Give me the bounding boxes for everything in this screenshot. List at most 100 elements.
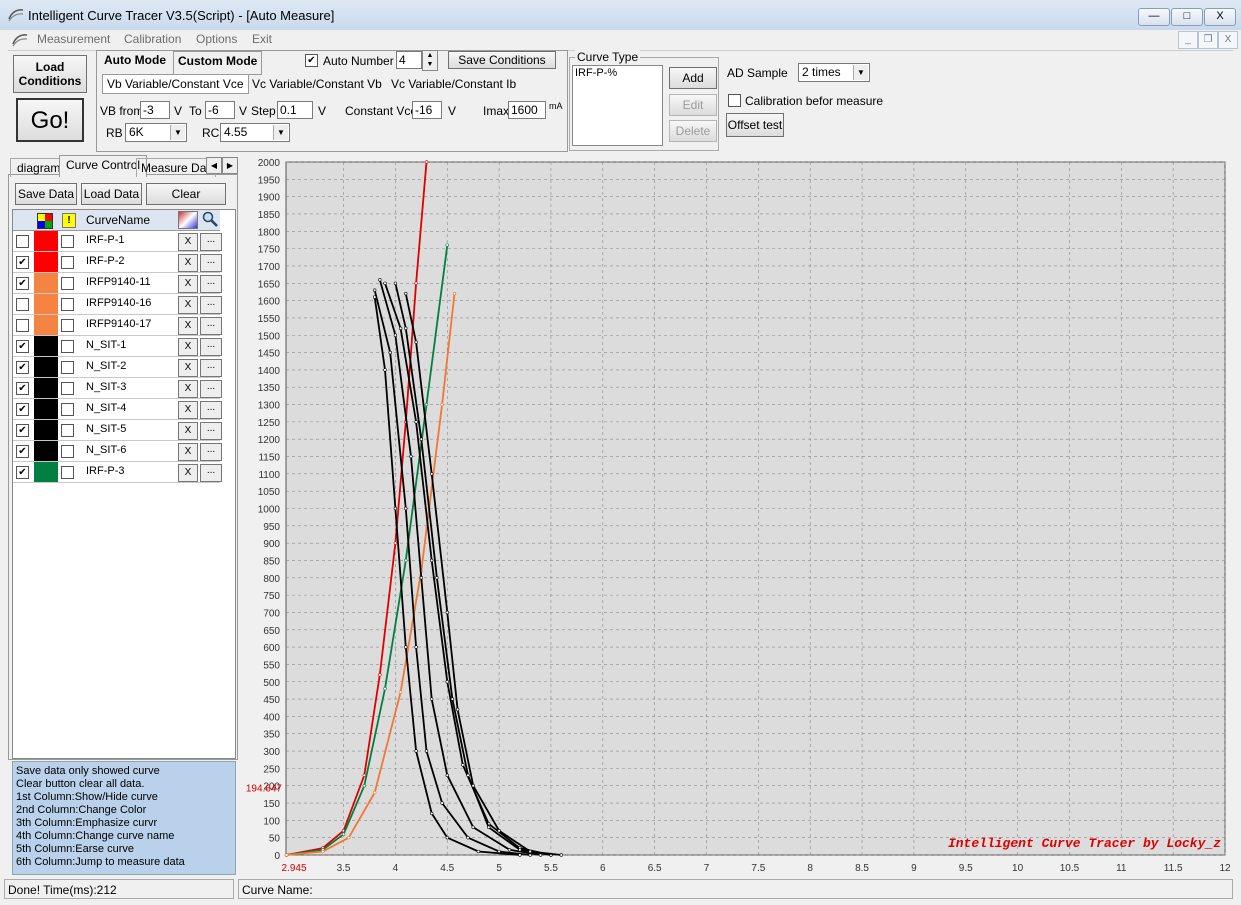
jump-to-data-button[interactable]: ... [200, 275, 222, 293]
erase-curve-button[interactable]: X [178, 359, 198, 377]
emphasize-checkbox[interactable] [61, 319, 74, 332]
curve-chart[interactable]: 2000 1950 1900 1850 1800 1750 1700 1650 1600 1550… [240, 157, 1230, 877]
show-hide-checkbox[interactable]: ✔ [16, 277, 29, 290]
jump-to-data-button[interactable]: ... [200, 380, 222, 398]
curve-name[interactable]: IRF-P-2 [86, 255, 125, 267]
erase-curve-button[interactable]: X [178, 464, 198, 482]
show-hide-checkbox[interactable]: ✔ [16, 361, 29, 374]
emphasize-checkbox[interactable] [61, 403, 74, 416]
rc-select[interactable]: 4.55 ▼ [220, 123, 290, 142]
color-swatch[interactable] [34, 294, 58, 314]
menu-calibration[interactable]: Calibration [124, 32, 181, 46]
to-input[interactable]: -6 [205, 101, 235, 119]
curve-name[interactable]: IRFP9140-16 [86, 297, 151, 309]
color-swatch[interactable] [34, 462, 58, 482]
erase-curve-button[interactable]: X [178, 422, 198, 440]
vb-from-input[interactable]: -3 [140, 101, 170, 119]
tab-vb-variable[interactable]: Vb Variable/Constant Vce [102, 74, 249, 94]
jump-to-data-button[interactable]: ... [200, 464, 222, 482]
curve-name[interactable]: N_SIT-5 [86, 423, 126, 435]
jump-to-data-button[interactable]: ... [200, 317, 222, 335]
show-hide-checkbox[interactable]: ✔ [16, 445, 29, 458]
show-hide-checkbox[interactable]: ✔ [16, 256, 29, 269]
erase-curve-button[interactable]: X [178, 380, 198, 398]
erase-curve-button[interactable]: X [178, 233, 198, 251]
show-hide-checkbox[interactable]: ✔ [16, 466, 29, 479]
jump-to-data-button[interactable]: ... [200, 338, 222, 356]
jump-to-data-button[interactable]: ... [200, 401, 222, 419]
jump-to-data-button[interactable]: ... [200, 233, 222, 251]
show-hide-checkbox[interactable]: ✔ [16, 382, 29, 395]
maximize-button[interactable]: □ [1171, 8, 1203, 26]
step-input[interactable]: 0.1 [277, 101, 313, 119]
curve-name[interactable]: N_SIT-4 [86, 402, 126, 414]
tab-scroll-left-icon[interactable]: ◀ [206, 157, 222, 174]
erase-curve-button[interactable]: X [178, 296, 198, 314]
color-swatch[interactable] [34, 420, 58, 440]
erase-curve-button[interactable]: X [178, 443, 198, 461]
color-swatch[interactable] [34, 378, 58, 398]
clear-button[interactable]: Clear [146, 183, 226, 205]
color-swatch[interactable] [34, 231, 58, 251]
curve-name[interactable]: IRF-P-3 [86, 465, 125, 477]
auto-number-input[interactable]: 4 [396, 51, 422, 69]
auto-number-checkbox[interactable]: ✔ [305, 54, 318, 67]
emphasize-checkbox[interactable] [61, 277, 74, 290]
auto-number-spinner[interactable]: ▲ ▼ [422, 50, 438, 71]
curve-name[interactable]: N_SIT-3 [86, 381, 126, 393]
show-hide-checkbox[interactable]: ✔ [16, 340, 29, 353]
erase-curve-button[interactable]: X [178, 275, 198, 293]
curve-name[interactable]: N_SIT-2 [86, 360, 126, 372]
curve-name[interactable]: IRF-P-1 [86, 234, 125, 246]
curve-name[interactable]: IRFP9140-17 [86, 318, 151, 330]
color-swatch[interactable] [34, 336, 58, 356]
emphasize-checkbox[interactable] [61, 235, 74, 248]
color-swatch[interactable] [34, 252, 58, 272]
color-swatch[interactable] [34, 315, 58, 335]
mdi-restore-button[interactable]: ❐ [1198, 31, 1218, 49]
erase-curve-button[interactable]: X [178, 338, 198, 356]
jump-to-data-button[interactable]: ... [200, 254, 222, 272]
delete-button[interactable]: Delete [669, 120, 717, 142]
color-swatch[interactable] [34, 441, 58, 461]
emphasize-checkbox[interactable] [61, 445, 74, 458]
emphasize-checkbox[interactable] [61, 424, 74, 437]
edit-button[interactable]: Edit [669, 94, 717, 116]
color-swatch[interactable] [34, 399, 58, 419]
go-button[interactable]: Go! [16, 98, 84, 142]
menu-measurement[interactable]: Measurement [37, 32, 110, 46]
show-hide-checkbox[interactable] [16, 319, 29, 332]
emphasize-checkbox[interactable] [61, 382, 74, 395]
show-hide-checkbox[interactable]: ✔ [16, 403, 29, 416]
load-conditions-button[interactable]: Load Conditions [13, 55, 87, 93]
jump-to-data-button[interactable]: ... [200, 443, 222, 461]
jump-to-data-button[interactable]: ... [200, 296, 222, 314]
rb-select[interactable]: 6K ▼ [125, 123, 187, 142]
offset-test-button[interactable]: Offset test [726, 113, 784, 137]
minimize-button[interactable]: — [1138, 8, 1170, 26]
menu-options[interactable]: Options [196, 32, 237, 46]
show-hide-checkbox[interactable] [16, 298, 29, 311]
show-hide-checkbox[interactable]: ✔ [16, 424, 29, 437]
emphasize-checkbox[interactable] [61, 298, 74, 311]
jump-to-data-button[interactable]: ... [200, 422, 222, 440]
tab-scroll-right-icon[interactable]: ▶ [222, 157, 238, 174]
tab-vc-variable-vb[interactable]: Vc Variable/Constant Vb [252, 77, 382, 91]
curve-type-textarea[interactable]: IRF-P-% [572, 65, 663, 146]
emphasize-checkbox[interactable] [61, 340, 74, 353]
curve-name[interactable]: IRFP9140-11 [86, 276, 151, 288]
curve-name[interactable]: N_SIT-6 [86, 444, 126, 456]
tab-vc-variable-ib[interactable]: Vc Variable/Constant Ib [391, 77, 516, 91]
show-hide-checkbox[interactable] [16, 235, 29, 248]
constant-vce-input[interactable]: -16 [412, 101, 442, 119]
erase-curve-button[interactable]: X [178, 401, 198, 419]
calibration-checkbox[interactable] [728, 94, 741, 107]
mdi-minimize-button[interactable]: _ [1178, 31, 1198, 49]
tab-curve-control[interactable]: Curve Control [59, 155, 148, 177]
erase-curve-button[interactable]: X [178, 317, 198, 335]
emphasize-checkbox[interactable] [61, 361, 74, 374]
color-swatch[interactable] [34, 273, 58, 293]
load-data-button[interactable]: Load Data [81, 183, 142, 205]
add-button[interactable]: Add [669, 67, 717, 89]
close-button[interactable]: X [1204, 8, 1236, 26]
